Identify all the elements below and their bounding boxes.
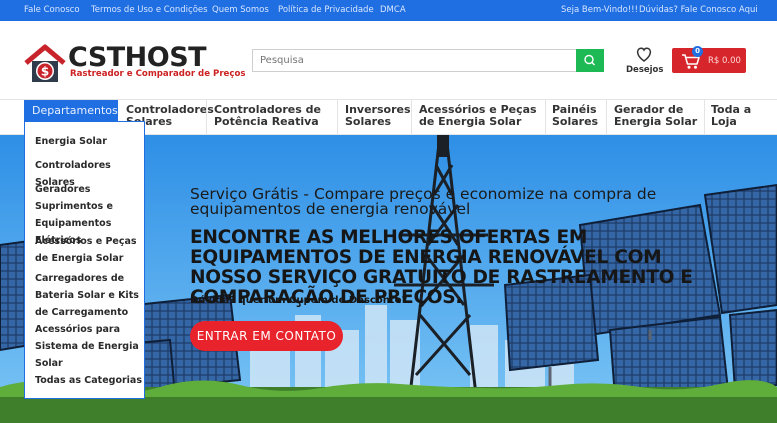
nav-divider xyxy=(704,100,705,136)
heart-icon xyxy=(636,47,652,62)
topbar-link-terms[interactable]: Termos de Uso e Condições xyxy=(91,5,208,15)
cart-total: R$ 0.00 xyxy=(708,56,741,66)
nav-item-paineis-solares[interactable]: Painéis Solares xyxy=(552,104,602,128)
nav-divider xyxy=(545,100,546,136)
logo-tagline: Rastreador e Comparador de Preços xyxy=(70,69,246,79)
topbar-link-dmca[interactable]: DMCA xyxy=(380,5,406,15)
nav-item-inversores-solares[interactable]: Inversores Solares xyxy=(345,104,411,128)
contact-cta-button[interactable]: ENTRAR EM CONTATO xyxy=(190,321,343,351)
site-logo[interactable]: $ CSTHOST Rastreador e Comparador de Pre… xyxy=(24,42,246,84)
dropdown-item-todas[interactable]: Todas as Categorias xyxy=(35,372,143,389)
topbar-help-link[interactable]: Dúvidas? Fale Conosco Aqui xyxy=(639,5,758,15)
topbar-link-privacy[interactable]: Política de Privacidade xyxy=(278,5,374,15)
search-input[interactable] xyxy=(252,49,577,72)
cart-count-badge: 0 xyxy=(692,46,703,57)
nav-item-toda-loja[interactable]: Toda a Loja xyxy=(711,104,761,128)
search-button[interactable] xyxy=(576,49,604,72)
top-bar: Fale Conosco Termos de Uso e Condições Q… xyxy=(0,0,777,21)
logo-house-icon: $ xyxy=(24,44,66,82)
wishlist-label: Desejos xyxy=(626,65,664,75)
topbar-link-about[interactable]: Quem Somos xyxy=(212,5,269,15)
nav-item-gerador[interactable]: Gerador de Energia Solar xyxy=(614,104,700,128)
nav-divider xyxy=(606,100,607,136)
topbar-link-contact[interactable]: Fale Conosco xyxy=(24,5,80,15)
search-bar xyxy=(252,49,604,72)
hero-tagline: Serviço Grátis - Compare preços e econom… xyxy=(190,185,657,218)
dropdown-item-acessorios-sistema[interactable]: Acessórios para Sistema de Energia Solar xyxy=(35,321,143,372)
hero-question: Dúvida? quer um Cupom de Desconto? xyxy=(190,295,408,306)
nav-divider xyxy=(411,100,412,136)
svg-text:$: $ xyxy=(41,65,49,79)
cart-button[interactable]: 0 R$ 0.00 xyxy=(672,46,746,73)
nav-departments-toggle[interactable]: Departamentos xyxy=(24,100,118,121)
nav-divider xyxy=(206,100,207,136)
nav-item-potencia-reativa[interactable]: Controladores de Potência Reativa xyxy=(214,104,334,128)
dropdown-item-acessorios[interactable]: Acessórios e Peças de Energia Solar xyxy=(35,233,143,267)
wishlist-button[interactable]: Desejos xyxy=(626,45,664,77)
dropdown-item-energia-solar[interactable]: Energia Solar xyxy=(35,133,143,150)
departments-dropdown: Energia Solar Controladores Solares Gera… xyxy=(24,121,145,399)
search-icon xyxy=(584,54,595,66)
topbar-welcome: Seja Bem-Vindo!!! xyxy=(561,5,639,15)
nav-item-acessorios[interactable]: Acessórios e Peças de Energia Solar xyxy=(419,104,541,128)
nav-divider xyxy=(337,100,338,136)
dropdown-item-carregadores[interactable]: Carregadores de Bateria Solar e Kits de … xyxy=(35,270,143,321)
site-header: $ CSTHOST Rastreador e Comparador de Pre… xyxy=(0,21,777,99)
